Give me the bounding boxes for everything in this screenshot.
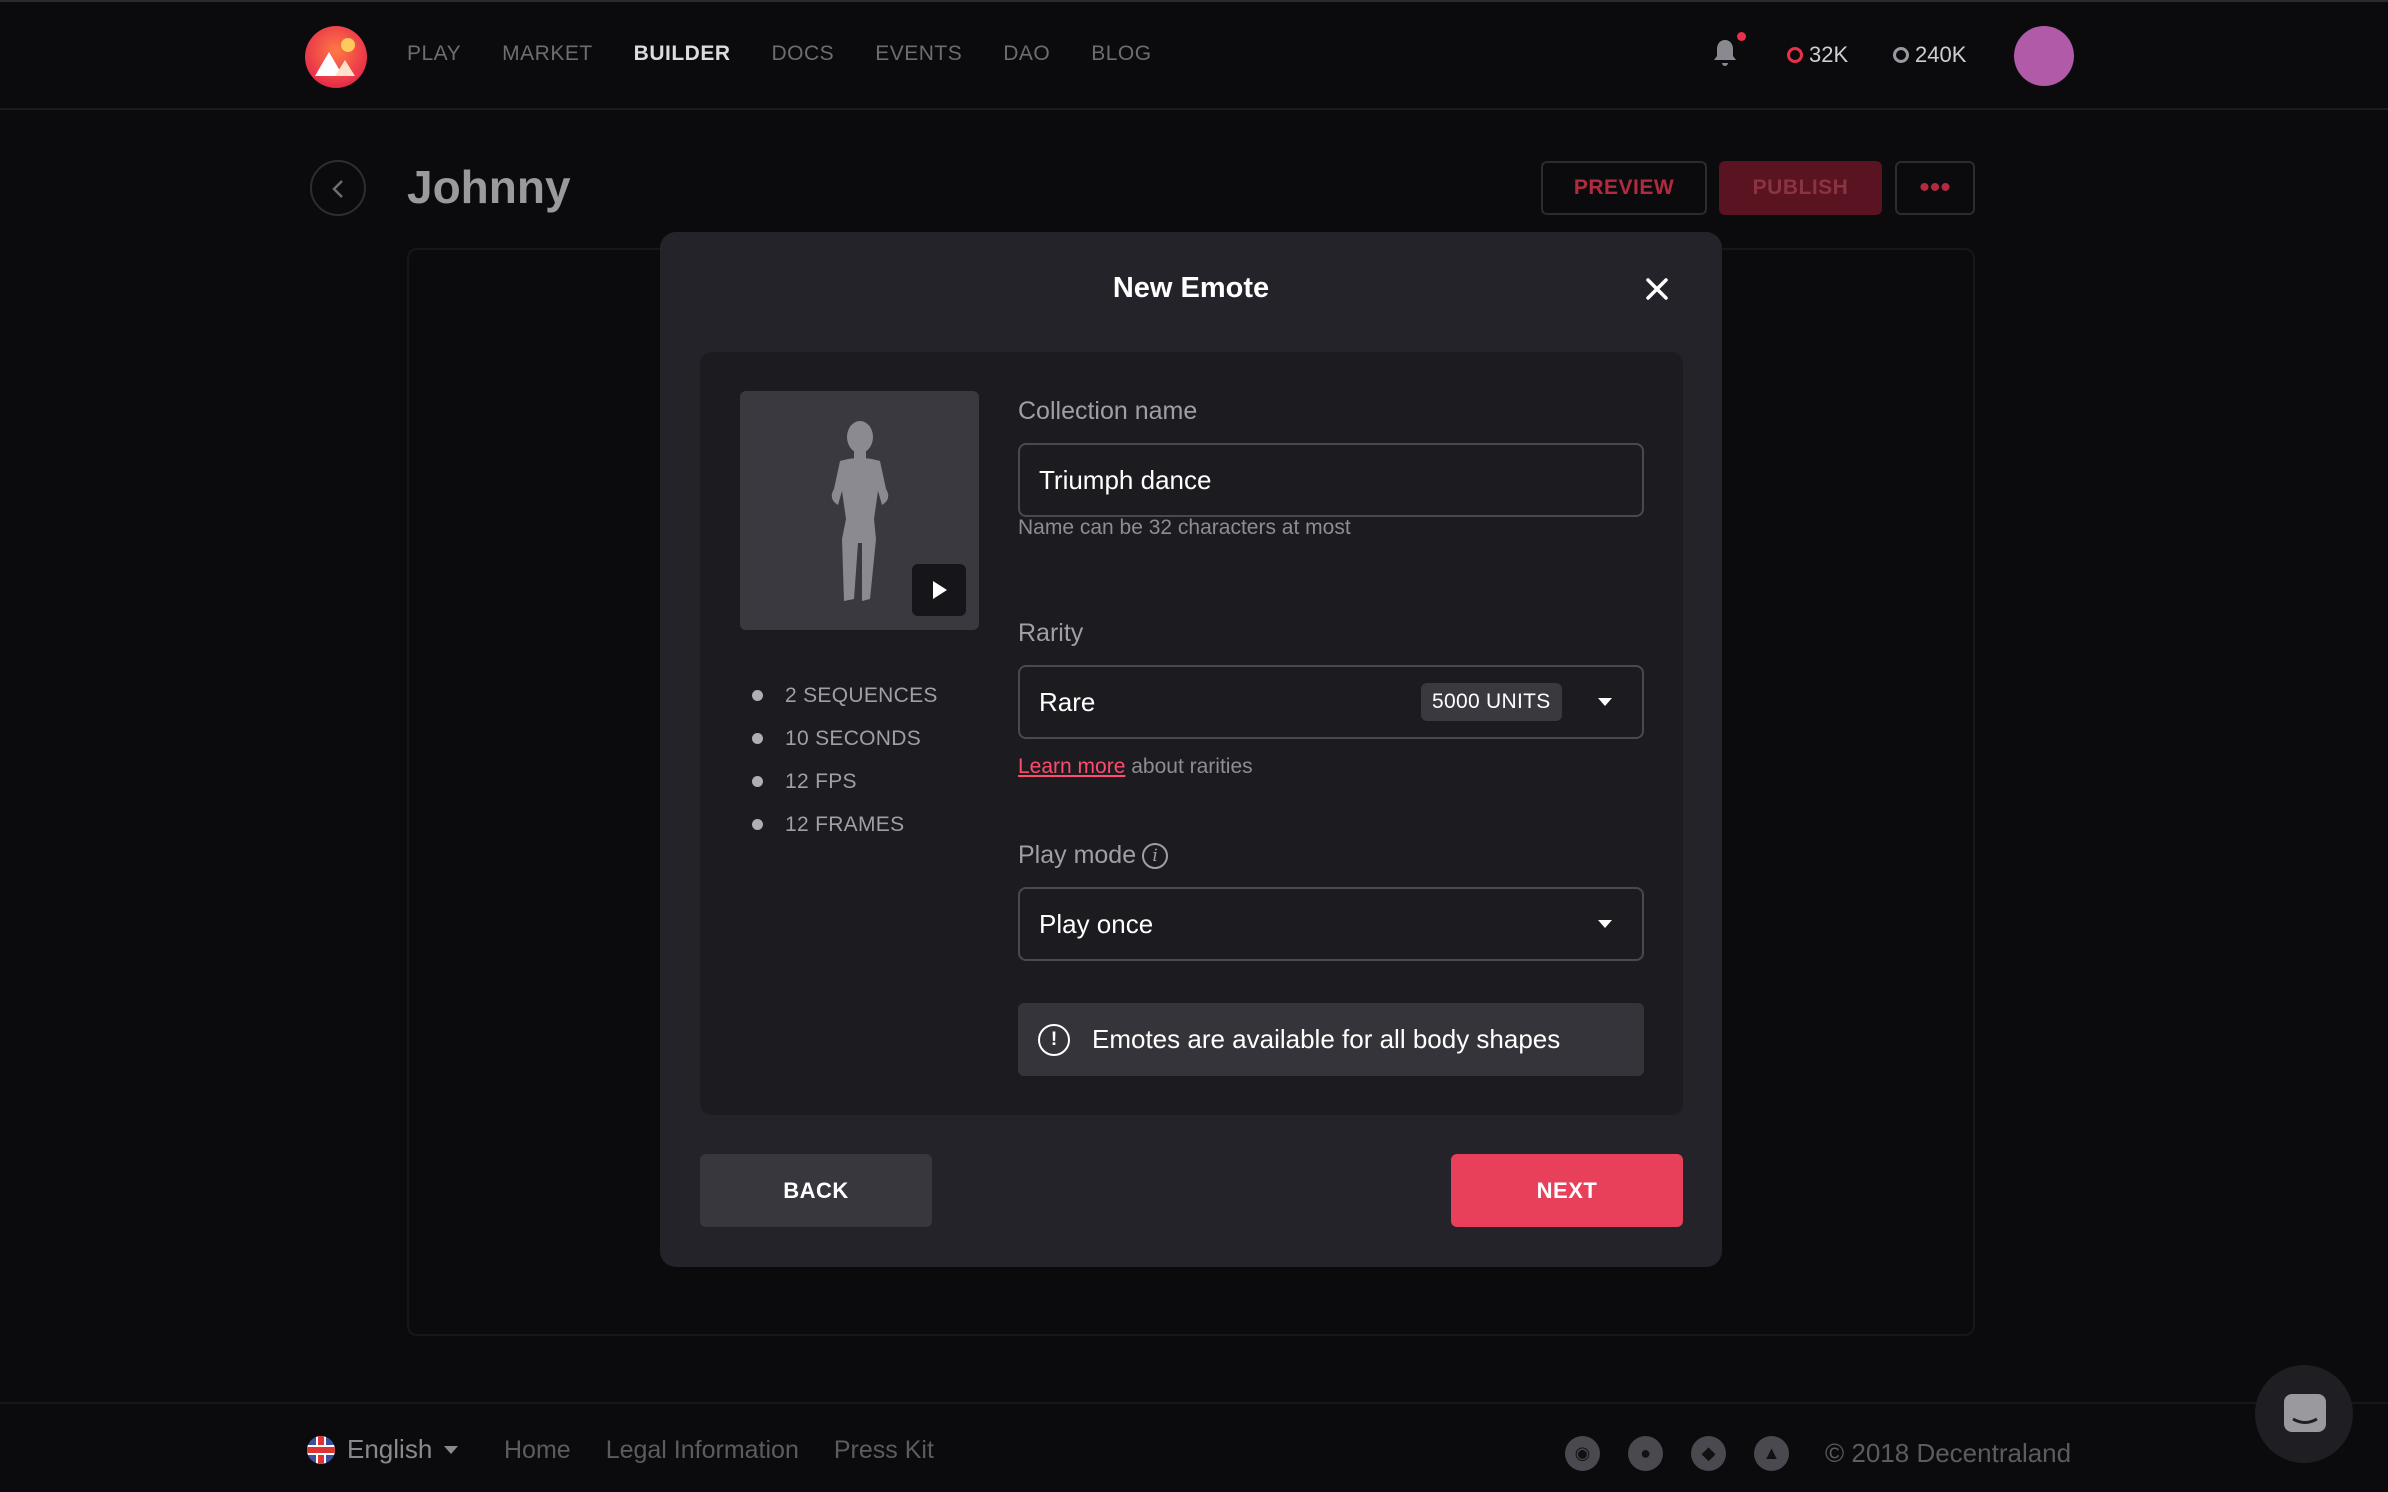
publish-button[interactable]: PUBLISH <box>1719 161 1882 215</box>
close-icon[interactable] <box>1642 274 1672 304</box>
footer-link-home[interactable]: Home <box>504 1436 571 1465</box>
mana-balance-l2[interactable]: 32K <box>1787 42 1848 68</box>
mana-coin-icon <box>1787 47 1803 63</box>
stat-fps: 12 FPS <box>752 760 938 803</box>
nav-events[interactable]: EVENTS <box>875 42 962 66</box>
avatar-figure-icon <box>831 421 889 601</box>
mana-l1-value: 240K <box>1915 42 1967 67</box>
language-selector[interactable]: English <box>307 1434 459 1465</box>
nav-market[interactable]: MARKET <box>502 42 593 66</box>
mana-balance-l1[interactable]: 240K <box>1893 42 1966 68</box>
rarity-units-badge: 5000 UNITS <box>1421 683 1562 721</box>
new-emote-modal: New Emote 2 SEQUENCES 10 SECONDS 12 FPS … <box>660 232 1722 1267</box>
play-mode-value: Play once <box>1039 908 1154 939</box>
language-label: English <box>347 1434 433 1464</box>
collection-name-label: Collection name <box>1018 397 1198 425</box>
next-button[interactable]: NEXT <box>1451 1154 1683 1227</box>
emote-stats: 2 SEQUENCES 10 SECONDS 12 FPS 12 FRAMES <box>752 674 938 846</box>
back-button[interactable] <box>310 160 366 216</box>
social-links: ◉ ● ◆ ▲ <box>1565 1436 1789 1471</box>
user-avatar[interactable] <box>2014 26 2074 86</box>
footer-link-press-kit[interactable]: Press Kit <box>834 1436 934 1465</box>
footer-link-legal[interactable]: Legal Information <box>606 1436 799 1465</box>
main-nav: PLAY MARKET BUILDER DOCS EVENTS DAO BLOG <box>407 42 1193 66</box>
notifications-bell-icon[interactable] <box>1712 32 1746 72</box>
discord-icon[interactable]: ◉ <box>1565 1436 1600 1471</box>
mana-l2-value: 32K <box>1809 42 1849 67</box>
chat-support-button[interactable] <box>2255 1365 2353 1463</box>
stat-seconds: 10 SECONDS <box>752 717 938 760</box>
rarity-select[interactable]: Rare 5000 UNITS <box>1018 665 1644 739</box>
chevron-down-icon <box>444 1445 459 1454</box>
modal-body: 2 SEQUENCES 10 SECONDS 12 FPS 12 FRAMES … <box>700 352 1683 1115</box>
chevron-down-icon <box>1598 920 1612 928</box>
play-mode-label-row: Play mode i <box>1018 841 1169 870</box>
rarity-label: Rarity <box>1018 619 1084 647</box>
rarity-hint: Learn more about rarities <box>1018 755 1253 779</box>
nav-play[interactable]: PLAY <box>407 42 461 66</box>
play-mode-label: Play mode <box>1018 841 1137 869</box>
nav-docs[interactable]: DOCS <box>772 42 835 66</box>
nav-dao[interactable]: DAO <box>1003 42 1050 66</box>
collection-name-hint: Name can be 32 characters at most <box>1018 516 1351 539</box>
emote-thumbnail <box>740 391 979 630</box>
mana-coin-icon <box>1893 47 1909 63</box>
footer-links: Home Legal Information Press Kit <box>504 1436 934 1465</box>
back-button-modal[interactable]: BACK <box>700 1154 932 1227</box>
twitter-icon[interactable]: ▲ <box>1754 1436 1789 1471</box>
rarity-hint-text: about rarities <box>1125 755 1253 778</box>
chevron-left-icon <box>332 180 343 198</box>
page: PLAY MARKET BUILDER DOCS EVENTS DAO BLOG… <box>0 0 2388 1492</box>
play-mode-select[interactable]: Play once <box>1018 887 1644 961</box>
nav-builder[interactable]: BUILDER <box>634 42 731 66</box>
rarity-value: Rare <box>1039 686 1096 717</box>
notification-dot <box>1737 32 1746 41</box>
more-options-button[interactable]: ••• <box>1895 161 1975 215</box>
footer: English Home Legal Information Press Kit… <box>0 1402 2388 1492</box>
decentraland-logo[interactable] <box>305 26 367 88</box>
github-icon[interactable]: ◆ <box>1691 1436 1726 1471</box>
uk-flag-icon <box>307 1435 335 1464</box>
play-preview-button[interactable] <box>912 564 966 616</box>
top-navbar: PLAY MARKET BUILDER DOCS EVENTS DAO BLOG… <box>0 0 2388 110</box>
collection-name-input[interactable] <box>1018 443 1644 517</box>
body-shapes-notice: ! Emotes are available for all body shap… <box>1018 1003 1644 1076</box>
chevron-down-icon <box>1598 698 1612 706</box>
learn-more-link[interactable]: Learn more <box>1018 755 1125 778</box>
nav-blog[interactable]: BLOG <box>1091 42 1151 66</box>
stat-sequences: 2 SEQUENCES <box>752 674 938 717</box>
chat-icon <box>2284 1394 2326 1432</box>
reddit-icon[interactable]: ● <box>1628 1436 1663 1471</box>
modal-title: New Emote <box>1112 272 1270 304</box>
page-title: Johnny <box>407 161 571 213</box>
copyright: © 2018 Decentraland <box>1825 1438 2072 1468</box>
info-icon[interactable]: i <box>1142 843 1169 870</box>
exclamation-circle-icon: ! <box>1038 1023 1070 1056</box>
notice-text: Emotes are available for all body shapes <box>1092 1024 1561 1054</box>
stat-frames: 12 FRAMES <box>752 803 938 846</box>
preview-button[interactable]: PREVIEW <box>1541 161 1707 215</box>
